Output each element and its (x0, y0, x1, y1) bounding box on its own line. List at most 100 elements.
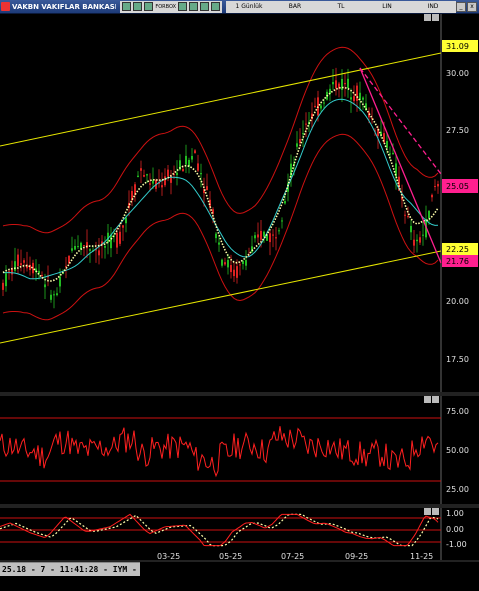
candle-body (296, 143, 298, 147)
last-price-tick: 25.05 (446, 182, 469, 191)
candle-body (281, 220, 283, 222)
candle-body (77, 246, 79, 248)
candle-body (317, 97, 319, 116)
candle-body (209, 199, 211, 207)
candle-body (437, 184, 439, 187)
minimize-icon[interactable]: _ (456, 1, 466, 12)
candle-body (266, 234, 268, 241)
panel-divider[interactable] (0, 392, 479, 396)
price-tick: 17.50 (446, 355, 469, 364)
candle-body (233, 269, 235, 277)
menu-bar[interactable]: BAR (272, 3, 318, 10)
candle-body (416, 239, 418, 242)
candle-body (278, 230, 280, 232)
toolbar-icon[interactable] (144, 2, 154, 11)
toolbar-icon[interactable] (122, 2, 132, 11)
candle-body (254, 235, 256, 239)
candle-body (2, 282, 4, 290)
candle-body (5, 273, 7, 287)
macd-tick: -1.00 (446, 540, 467, 549)
window-title: VAKBN VAKIFLAR BANKASI - 1 Günlük (12, 2, 117, 11)
candle-body (407, 216, 409, 218)
panel-close-icon[interactable] (432, 14, 439, 21)
candle-body (404, 214, 406, 216)
price-tick: 30.00 (446, 69, 469, 78)
candle-body (323, 102, 325, 104)
rsi-tick: 50.00 (446, 446, 469, 455)
candle-body (98, 250, 100, 256)
candle-body (392, 152, 394, 154)
window-controls: _ x (456, 1, 477, 12)
candle-body (119, 231, 121, 244)
candle-body (89, 249, 91, 251)
candle-body (137, 175, 139, 177)
chart-area[interactable]: 31.09 30.00 27.50 25.05 22.25 21.76 20.0… (0, 14, 479, 562)
candle-body (320, 105, 322, 109)
panel-divider[interactable] (0, 504, 479, 508)
candle-body (182, 168, 184, 172)
panel-close-icon[interactable] (432, 508, 439, 515)
toolbar-icon[interactable] (133, 2, 143, 11)
candle-body (65, 266, 67, 268)
candle-body (305, 123, 307, 125)
candle-body (194, 150, 196, 154)
candle-body (83, 245, 85, 247)
menu-lin[interactable]: LIN (364, 3, 410, 10)
candle-body (422, 234, 424, 236)
candle-body (71, 248, 73, 251)
candle-body (236, 266, 238, 278)
candle-body (152, 180, 154, 184)
candle-body (257, 234, 259, 238)
price-tick: 27.50 (446, 126, 469, 135)
candle-body (260, 230, 262, 240)
candle-body (350, 97, 352, 100)
panel-close-icon[interactable] (432, 396, 439, 403)
price-tick: 22.25 (446, 245, 469, 254)
toolbar-icon[interactable] (178, 2, 187, 11)
candle-body (206, 186, 208, 191)
toolbar-buttons[interactable]: FORBOX (120, 0, 222, 13)
toolbar-icon[interactable] (211, 2, 220, 11)
candle-body (161, 185, 163, 188)
rsi-tick: 25.00 (446, 485, 469, 494)
date-tick: 05-25 (219, 552, 242, 561)
toolbar-icon[interactable] (200, 2, 209, 11)
menu-tl[interactable]: TL (318, 3, 364, 10)
candle-body (227, 260, 229, 268)
candle-body (335, 80, 337, 89)
forbox-label[interactable]: FORBOX (155, 4, 176, 10)
candle-body (332, 82, 334, 85)
candle-body (74, 245, 76, 250)
panel-restore-icon[interactable] (424, 508, 431, 515)
candle-body (149, 183, 151, 185)
panel-restore-icon[interactable] (424, 14, 431, 21)
candle-body (23, 260, 25, 263)
macd-tick: 1.00 (446, 509, 464, 518)
date-tick: 09-25 (345, 552, 368, 561)
price-tick: 31.09 (446, 42, 469, 51)
candle-body (44, 284, 46, 288)
toolbar-icon[interactable] (189, 2, 198, 11)
candle-body (122, 225, 124, 228)
candle-body (428, 210, 430, 219)
candle-body (224, 262, 226, 265)
status-bar: 25.18 - 7 - 11:41:28 - IYM - TBY (0, 562, 140, 588)
candle-body (419, 237, 421, 243)
menu-ind[interactable]: IND (410, 3, 456, 10)
candle-body (353, 96, 355, 102)
candle-body (17, 254, 19, 267)
candle-body (362, 97, 364, 100)
candle-body (20, 263, 22, 266)
candle-body (347, 78, 349, 89)
candle-body (245, 260, 247, 266)
candle-body (314, 105, 316, 108)
candle-body (269, 233, 271, 243)
candle-body (215, 233, 217, 239)
menu-timeframe[interactable]: 1 Günlük (226, 3, 272, 10)
candle-body (230, 265, 232, 273)
candle-body (143, 174, 145, 177)
candle-body (356, 85, 358, 101)
close-icon[interactable]: x (467, 1, 477, 12)
panel-restore-icon[interactable] (424, 396, 431, 403)
chart-background (0, 14, 479, 562)
